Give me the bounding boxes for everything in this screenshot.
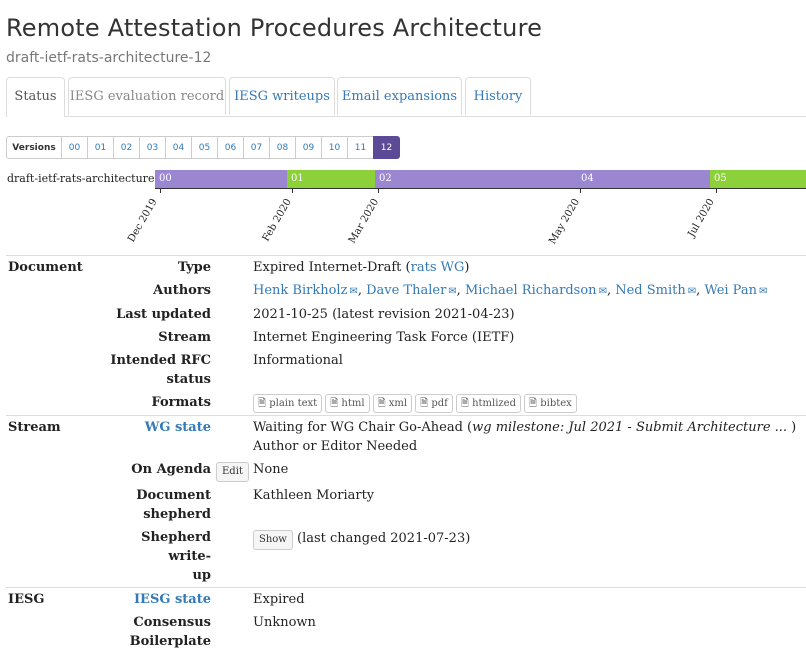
format-bibtex-button[interactable]: 🗎 bibtex: [524, 394, 577, 413]
timeline-tick: [716, 188, 717, 193]
version-03[interactable]: 03: [139, 136, 166, 159]
type-label: Type: [105, 255, 214, 279]
section-stream: Stream: [6, 415, 105, 458]
timeline-tick: [160, 188, 161, 193]
author-link[interactable]: Dave Thaler: [366, 283, 446, 298]
draft-name: draft-ietf-rats-architecture-12: [6, 50, 212, 66]
intended-rfc-status-label: Intended RFC status: [110, 353, 211, 387]
format-htmlized-button[interactable]: 🗎 htmlized: [455, 394, 521, 413]
author-link[interactable]: Michael Richardson: [465, 283, 597, 298]
version-05[interactable]: 05: [191, 136, 218, 159]
version-07[interactable]: 07: [243, 136, 270, 159]
timeline-segment-00[interactable]: 00: [155, 170, 287, 188]
authors-label: Authors: [153, 283, 211, 298]
timeline-segment-01[interactable]: 01: [287, 170, 375, 188]
tab-email-expansions[interactable]: Email expansions: [337, 77, 462, 115]
version-04[interactable]: 04: [165, 136, 192, 159]
document-shepherd-label: Document shepherd: [136, 488, 211, 522]
version-08[interactable]: 08: [269, 136, 296, 159]
formats-list: 🗎 plain text 🗎 html 🗎 xml 🗎 pdf 🗎 htmlized 🗎 …: [251, 391, 806, 416]
format-plain-text-button[interactable]: 🗎 plain text: [253, 394, 323, 413]
intended-rfc-status-value: Informational: [253, 353, 343, 368]
version-06[interactable]: 06: [217, 136, 244, 159]
on-agenda-value: None: [253, 462, 289, 477]
show-writeup-button[interactable]: Show: [253, 530, 293, 550]
iesg-state-link[interactable]: IESG state: [134, 592, 211, 607]
envelope-icon[interactable]: ✉: [759, 286, 767, 297]
versions-label: Versions: [6, 136, 62, 159]
version-10[interactable]: 10: [321, 136, 348, 159]
type-value: Expired Internet-Draft (rats WG): [251, 255, 806, 279]
timeline-date-label: Feb 2020: [260, 197, 294, 244]
envelope-icon[interactable]: ✉: [688, 286, 696, 297]
page-title: Remote Attestation Procedures Architectu…: [6, 14, 543, 42]
formats-label: Formats: [151, 395, 211, 410]
last-updated-value: 2021-10-25 (latest revision 2021-04-23): [253, 307, 515, 322]
version-selector: Versions 00 01 02 03 04 05 06 07 08 09 1…: [6, 136, 400, 159]
last-updated-label: Last updated: [116, 307, 211, 322]
format-pdf-button[interactable]: 🗎 pdf: [415, 394, 453, 413]
iesg-state-value: Expired: [251, 587, 806, 611]
timeline-date-label: Dec 2019: [126, 197, 160, 245]
document-shepherd-value: Kathleen Moriarty: [253, 488, 375, 503]
envelope-icon[interactable]: ✉: [599, 286, 607, 297]
on-agenda-label: On Agenda: [131, 462, 211, 477]
wg-state-value: Waiting for WG Chair Go-Ahead (wg milest…: [251, 415, 806, 458]
version-01[interactable]: 01: [87, 136, 114, 159]
version-00[interactable]: 00: [61, 136, 88, 159]
tab-status[interactable]: Status: [6, 77, 65, 117]
section-document: Document: [6, 255, 105, 279]
stream-value: Internet Engineering Task Force (IETF): [253, 330, 515, 345]
timeline-axis: [155, 188, 806, 189]
author-link[interactable]: Ned Smith: [615, 283, 686, 298]
author-link[interactable]: Wei Pan: [704, 283, 757, 298]
timeline-tick: [580, 188, 581, 193]
section-iesg: IESG: [6, 587, 105, 611]
timeline-segment-04[interactable]: 04: [577, 170, 710, 188]
format-xml-button[interactable]: 🗎 xml: [372, 394, 413, 413]
shepherd-writeup-value: Show (last changed 2021-07-23): [251, 526, 806, 588]
timeline-tick: [378, 188, 379, 193]
document-info-table: Document Type Expired Internet-Draft (ra…: [6, 255, 806, 653]
version-02[interactable]: 02: [113, 136, 140, 159]
tab-history[interactable]: History: [465, 77, 531, 115]
version-09[interactable]: 09: [295, 136, 322, 159]
consensus-boilerplate-label: Consensus Boilerplate: [129, 615, 211, 649]
timeline-date-label: May 2020: [547, 197, 583, 247]
timeline-date-label: Jul 2020: [686, 197, 717, 240]
revision-timeline: draft-ietf-rats-architecture 00 01 02 04…: [0, 165, 806, 247]
authors-list: Henk Birkholz ✉, Dave Thaler ✉, Michael Ri…: [253, 283, 768, 298]
timeline-draft-label: draft-ietf-rats-architecture: [7, 172, 155, 185]
timeline-segment-02[interactable]: 02: [375, 170, 577, 188]
tab-iesg-writeups[interactable]: IESG writeups: [229, 77, 335, 115]
tab-iesg-evaluation-record[interactable]: IESG evaluation record: [68, 77, 226, 115]
version-12-selected[interactable]: 12: [373, 136, 400, 159]
consensus-boilerplate-value: Unknown: [253, 615, 316, 630]
rats-wg-link[interactable]: rats WG: [411, 260, 465, 275]
timeline-segment-05[interactable]: 05: [710, 170, 806, 188]
wg-state-link[interactable]: WG state: [145, 420, 211, 435]
edit-agenda-button[interactable]: Edit: [216, 462, 249, 482]
stream-label: Stream: [158, 330, 211, 345]
author-link[interactable]: Henk Birkholz: [253, 283, 347, 298]
envelope-icon[interactable]: ✉: [349, 286, 357, 297]
tab-bar: Status IESG evaluation record IESG write…: [6, 77, 806, 117]
shepherd-writeup-label: Shepherd write-up: [141, 530, 211, 583]
timeline-tick: [292, 188, 293, 193]
timeline-date-label: Mar 2020: [346, 197, 382, 246]
version-11[interactable]: 11: [347, 136, 374, 159]
format-html-button[interactable]: 🗎 html: [325, 394, 370, 413]
envelope-icon[interactable]: ✉: [448, 286, 456, 297]
